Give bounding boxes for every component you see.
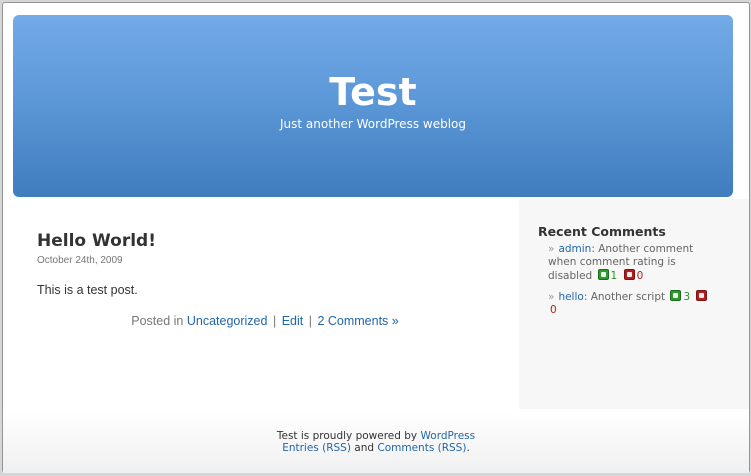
up-count: 1 [610,270,618,282]
recent-comments-list: » admin: Another comment when comment rat… [548,243,713,324]
up-count: 3 [683,291,691,303]
category-link[interactable]: Uncategorized [187,314,268,328]
thumbs-down-icon[interactable] [696,290,708,301]
footer-line-2: Entries (RSS) and Comments (RSS). [3,442,749,454]
post-body: This is a test post. [37,283,138,297]
recent-comment-item: » hello: Another script 3 0 [548,290,713,317]
post-title-link[interactable]: Hello World! [37,231,487,251]
wordpress-link[interactable]: WordPress [421,430,476,442]
recent-comments-heading: Recent Comments [538,224,666,239]
footer-line-1: Test is proudly powered by WordPress [3,430,749,442]
footer: Test is proudly powered by WordPress Ent… [3,411,749,473]
thumbs-down-icon[interactable] [623,269,635,280]
comment-author-link[interactable]: hello [558,291,583,303]
page-container: Test Just another WordPress weblog Hello… [2,2,750,473]
footer-period: . [466,442,470,454]
blog-title-link[interactable]: Test [13,70,733,114]
thumbs-up-icon[interactable] [670,290,682,301]
footer-powered-text: Test is proudly powered by [276,430,418,442]
comments-rss-link[interactable]: Comments (RSS) [377,442,466,454]
down-count: 0 [550,304,557,316]
post-meta: Posted in Uncategorized | Edit | 2 Comme… [37,314,487,328]
meta-separator: | [272,314,277,328]
entries-rss-link[interactable]: Entries (RSS) [282,442,351,454]
comment-excerpt: : Another script [583,291,666,303]
main-content: Hello World! October 24th, 2009 This is … [37,231,487,328]
bullet-icon: » [548,291,555,303]
footer-and-text: and [354,442,375,454]
recent-comment-item: » admin: Another comment when comment rat… [548,243,713,283]
thumbs-up-icon[interactable] [597,269,609,280]
blog-header: Test Just another WordPress weblog [13,15,733,197]
down-count: 0 [636,270,644,282]
blog-description: Just another WordPress weblog [279,117,466,131]
comments-link[interactable]: 2 Comments » [317,314,398,328]
post-date: October 24th, 2009 [37,255,123,266]
sidebar: Recent Comments » admin: Another comment … [519,199,749,409]
bullet-icon: » [548,243,555,255]
posted-in-label: Posted in [131,314,184,328]
meta-separator: | [308,314,312,328]
edit-link[interactable]: Edit [282,314,304,328]
comment-author-link[interactable]: admin [558,243,591,255]
